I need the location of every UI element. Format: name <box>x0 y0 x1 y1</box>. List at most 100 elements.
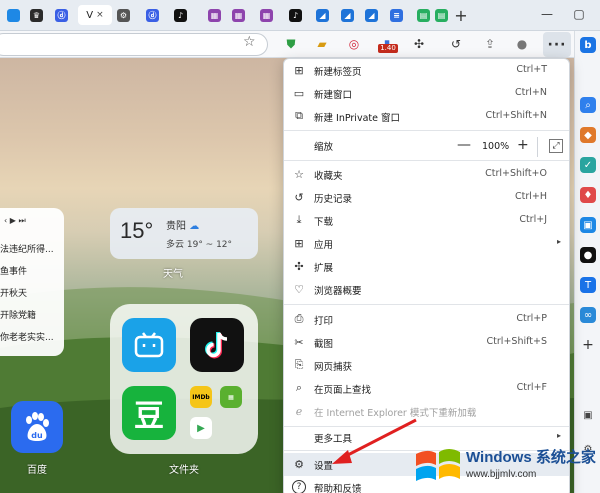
browser-tab[interactable]: ◢ <box>313 5 332 25</box>
browser-tab[interactable] <box>4 5 23 25</box>
browser-tab[interactable]: ⓓ <box>143 5 162 25</box>
history-icon: ↺ <box>294 190 304 204</box>
partly-cloudy-icon: ☁ <box>189 221 200 232</box>
menu-item-label: 截图 <box>314 339 334 350</box>
tab-tiktok-icon: ♪ <box>174 8 187 22</box>
browser-tab[interactable]: ♪ <box>171 5 190 25</box>
tab-chart-icon: ◢ <box>316 8 329 22</box>
customize-sidebar-icon[interactable]: ▣ <box>580 407 596 423</box>
browser-toolbar: ☆ ⛊ ▰ ◎ ▮ ✣ ↺ ⇪ ● <box>0 31 600 58</box>
browser-tab[interactable]: ♛ <box>27 5 46 25</box>
play-store-icon[interactable]: ▶ <box>190 417 212 439</box>
menu-item-favorites[interactable]: ☆ 收藏夹 Ctrl+Shift+O <box>284 163 569 186</box>
submenu-arrow-icon: ▸ <box>556 237 561 246</box>
tools-icon[interactable]: ✓ <box>580 157 596 173</box>
menu-divider <box>284 160 569 161</box>
browser-tab[interactable]: ◢ <box>362 5 381 25</box>
app-mini-green-icon[interactable]: ▦ <box>220 386 242 408</box>
menu-item-label: 打印 <box>314 316 334 327</box>
zoom-level: 100% <box>482 141 510 152</box>
restore-button[interactable]: ▢ <box>570 4 588 24</box>
tab-chart-icon: ◢ <box>365 8 378 22</box>
gear-icon: ⚙ <box>294 457 304 471</box>
app-t-icon[interactable]: T <box>580 277 596 293</box>
app-folder[interactable]: 豆 IMDb ▦ ▶ <box>110 304 258 454</box>
shopping-icon[interactable]: ◆ <box>580 127 596 143</box>
new-tab-button[interactable]: + <box>452 5 470 25</box>
menu-item-web-capture[interactable]: ⎘ 网页捕获 <box>284 354 569 377</box>
tab-sheet-icon: ▤ <box>435 8 448 22</box>
browser-tab[interactable]: ▦ <box>257 5 276 25</box>
search-icon[interactable]: ⌕ <box>580 97 596 113</box>
menu-item-downloads[interactable]: ⤓ 下载 Ctrl+J <box>284 209 569 232</box>
menu-item-extensions[interactable]: ✣ 扩展 <box>284 255 569 278</box>
menu-item-shortcut: Ctrl+H <box>514 191 547 202</box>
browser-tab[interactable]: ≡ <box>387 5 406 25</box>
menu-item-shortcut: Ctrl+Shift+N <box>485 110 547 121</box>
menu-item-label: 网页捕获 <box>314 362 353 373</box>
menu-item-find[interactable]: ⌕ 在页面上查找 Ctrl+F <box>284 377 569 400</box>
browser-tab[interactable]: ▦ <box>229 5 248 25</box>
tab-doc-icon: ≡ <box>390 8 403 22</box>
menu-item-apps[interactable]: ⊞ 应用 ▸ <box>284 232 569 255</box>
settings-menu: ⊞ 新建标签页 Ctrl+T ▭ 新建窗口 Ctrl+N ⧉ 新建 InPriv… <box>283 58 570 493</box>
news-headline[interactable]: 开除党籍 <box>0 308 54 321</box>
browser-tab[interactable]: ▦ <box>205 5 224 25</box>
office-icon[interactable]: ▣ <box>580 217 596 233</box>
app-link-icon[interactable]: ∞ <box>580 307 596 323</box>
target-icon[interactable]: ◎ <box>346 36 362 52</box>
menu-item-browser-essentials[interactable]: ♡ 浏览器概要 <box>284 278 569 301</box>
games-icon[interactable]: ♦ <box>580 187 596 203</box>
bilibili-app-icon[interactable] <box>122 318 176 372</box>
browser-tab-active[interactable]: V × <box>78 5 112 25</box>
add-favorite-icon[interactable]: ☆ <box>243 34 256 50</box>
qq-icon[interactable]: ● <box>580 247 596 263</box>
address-bar[interactable] <box>0 33 268 56</box>
browser-tab[interactable]: ♪ <box>286 5 305 25</box>
menu-item-screenshot[interactable]: ✂ 截图 Ctrl+Shift+S <box>284 331 569 354</box>
news-headline[interactable]: 鱼事件 <box>0 264 54 277</box>
news-pager[interactable]: ‹ ▶ ⏭ <box>4 216 26 226</box>
ext-folder-icon[interactable]: ▰ <box>314 36 330 52</box>
browser-tab[interactable]: ⓓ <box>52 5 71 25</box>
menu-item-label: 应用 <box>314 240 334 251</box>
share-icon[interactable]: ⇪ <box>482 36 498 52</box>
browser-tab[interactable]: ▤ <box>432 5 451 25</box>
close-tab-icon[interactable]: × <box>96 10 104 20</box>
shield-icon[interactable]: ⛊ <box>283 36 299 52</box>
browser-tab[interactable]: ◢ <box>338 5 357 25</box>
menu-item-shortcut: Ctrl+N <box>515 87 547 98</box>
news-headline[interactable]: 法违纪所得... <box>0 242 54 255</box>
menu-item-print[interactable]: ⎙ 打印 Ctrl+P <box>284 308 569 331</box>
imdb-app-icon[interactable]: IMDb <box>190 386 212 408</box>
douban-app-icon[interactable]: 豆 <box>122 386 176 440</box>
windows-logo-icon <box>416 449 460 481</box>
settings-and-more-button[interactable]: ··· <box>543 32 571 57</box>
add-sidebar-app-icon[interactable]: + <box>580 337 596 353</box>
news-headline[interactable]: 你老老实实... <box>0 330 54 343</box>
news-headline[interactable]: 开秋天 <box>0 286 54 299</box>
download-icon: ⤓ <box>296 213 302 226</box>
extensions-icon[interactable]: ✣ <box>411 36 427 52</box>
menu-item-new-inprivate[interactable]: ⧉ 新建 InPrivate 窗口 Ctrl+Shift+N <box>284 105 569 128</box>
profile-avatar-icon[interactable]: ● <box>514 36 530 52</box>
menu-item-shortcut: Ctrl+F <box>516 382 547 393</box>
baidu-app-icon[interactable]: du <box>11 401 63 453</box>
browser-tab[interactable]: ▤ <box>414 5 433 25</box>
zoom-in-button[interactable]: + <box>517 137 529 153</box>
tiktok-app-icon[interactable] <box>190 318 244 372</box>
weather-temperature: 15° <box>120 218 154 243</box>
fullscreen-icon[interactable]: ⤢ <box>549 139 563 153</box>
menu-item-history[interactable]: ↺ 历史记录 Ctrl+H <box>284 186 569 209</box>
news-card[interactable]: ‹ ▶ ⏭ 法违纪所得... 鱼事件 开秋天 开除党籍 你老老实实... <box>0 208 64 356</box>
history-toolbar-icon[interactable]: ↺ <box>448 36 464 52</box>
browser-tab[interactable]: ⚙ <box>114 5 133 25</box>
bing-copilot-icon[interactable]: b <box>580 37 596 53</box>
minimize-button[interactable]: — <box>538 4 556 24</box>
weather-widget[interactable]: 15° 贵阳 ☁ 多云 19° ~ 12° <box>110 208 258 259</box>
tab-sheet-icon: ▤ <box>417 8 430 22</box>
menu-item-new-tab[interactable]: ⊞ 新建标签页 Ctrl+T <box>284 59 569 82</box>
zoom-out-button[interactable]: — <box>457 137 471 153</box>
find-icon: ⌕ <box>295 381 303 394</box>
menu-item-new-window[interactable]: ▭ 新建窗口 Ctrl+N <box>284 82 569 105</box>
